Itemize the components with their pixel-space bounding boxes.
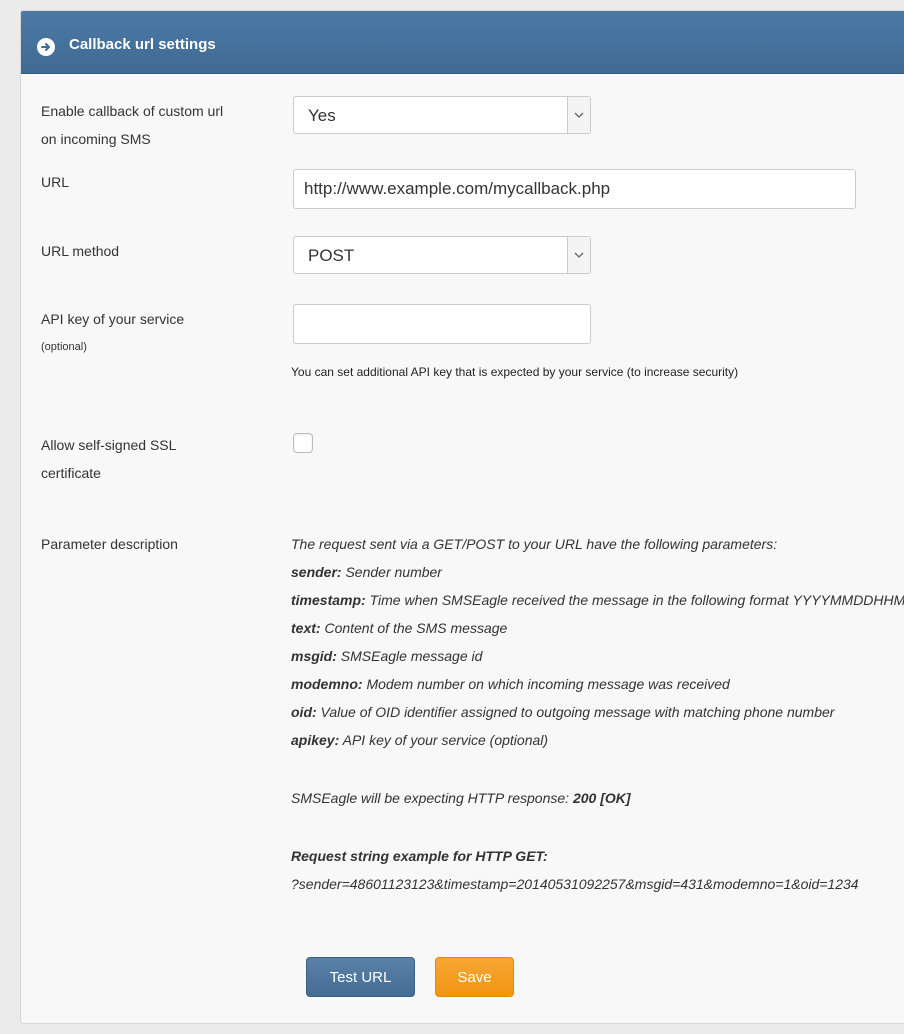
url-label: URL — [41, 174, 70, 190]
url-method-select[interactable]: POST — [293, 236, 591, 274]
self-signed-checkbox[interactable] — [293, 433, 313, 453]
callback-settings-panel: Callback url settings Enable callback of… — [20, 10, 904, 1024]
param-msgid: msgid: SMSEagle message id — [291, 648, 483, 664]
url-method-label: URL method — [41, 243, 120, 259]
param-oid: oid: Value of OID identifier assigned to… — [291, 704, 835, 720]
param-timestamp: timestamp: Time when SMSEagle received t… — [291, 592, 904, 608]
panel-title: Callback url settings — [69, 36, 216, 53]
param-modemno: modemno: Modem number on which incoming … — [291, 676, 730, 692]
api-key-help-text: You can set additional API key that is e… — [291, 365, 739, 379]
params-intro: The request sent via a GET/POST to your … — [291, 536, 778, 552]
url-input[interactable]: http://www.example.com/mycallback.php — [293, 169, 856, 209]
param-text: text: Content of the SMS message — [291, 620, 508, 636]
test-url-button[interactable]: Test URL — [306, 957, 415, 997]
example-string: ?sender=48601123123&timestamp=2014053109… — [291, 876, 859, 892]
enable-callback-label: Enable callback of custom url on incomin… — [41, 103, 224, 147]
panel-header: Callback url settings — [21, 11, 904, 74]
chevron-down-icon — [567, 97, 590, 133]
param-sender: sender: Sender number — [291, 564, 442, 580]
save-button[interactable]: Save — [435, 957, 514, 997]
expected-response: SMSEagle will be expecting HTTP response… — [291, 790, 631, 806]
example-title: Request string example for HTTP GET: — [291, 848, 548, 864]
parameter-description-text: The request sent via a GET/POST to your … — [291, 530, 904, 898]
parameter-description-label: Parameter description — [41, 536, 178, 552]
self-signed-label: Allow self-signed SSL certificate — [41, 437, 177, 481]
param-apikey: apikey: API key of your service (optiona… — [291, 732, 549, 748]
api-key-input[interactable] — [293, 304, 591, 344]
enable-callback-select[interactable]: Yes — [293, 96, 591, 134]
chevron-down-icon — [567, 237, 590, 273]
api-key-label: API key of your service (optional) — [41, 311, 185, 353]
arrow-circle-right-icon — [37, 38, 55, 56]
